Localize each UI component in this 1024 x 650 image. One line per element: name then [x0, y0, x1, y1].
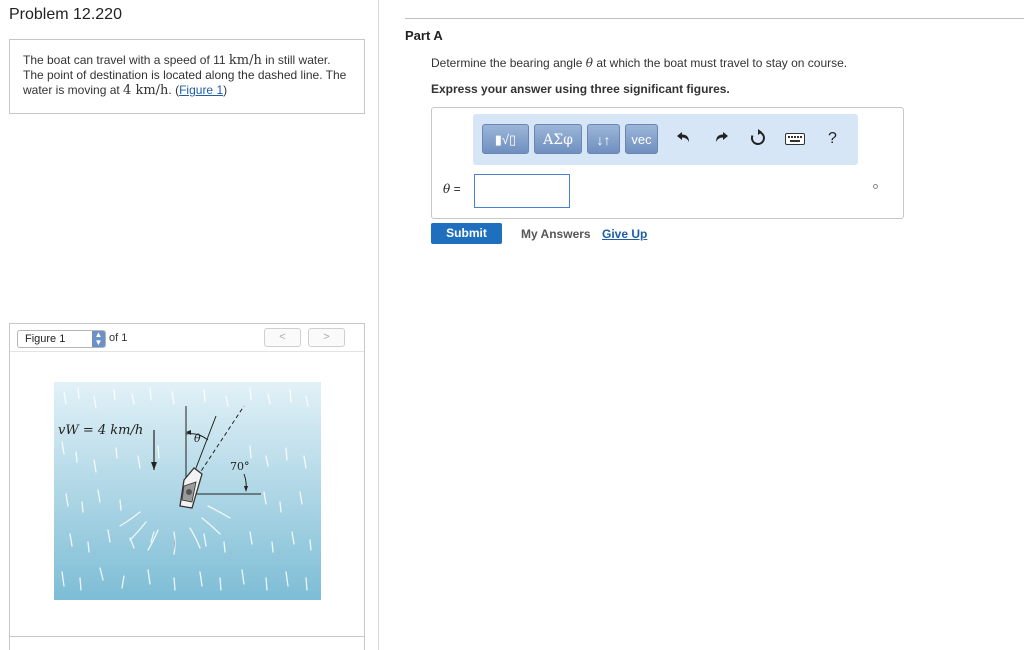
next-figure-button[interactable]: > — [308, 328, 345, 347]
problem-text: The boat can travel with a speed of 11 — [23, 53, 229, 67]
part-title: Part A — [405, 28, 443, 43]
answer-input[interactable] — [474, 174, 570, 208]
instructions: Express your answer using three signific… — [431, 82, 730, 96]
figure-select-label: Figure 1 — [25, 333, 66, 345]
angle-label: 70° — [230, 460, 250, 473]
question-text-1: Determine the bearing angle — [431, 56, 586, 70]
problem-text: ) — [223, 83, 228, 97]
figure-image: vW = 4 km/h θ 70° — [54, 382, 321, 600]
help-icon[interactable]: ? — [828, 129, 837, 149]
figure-count: of 1 — [109, 332, 128, 344]
problem-text: . ( — [168, 83, 180, 97]
problem-column: Problem 12.220 The boat can travel with … — [0, 0, 379, 650]
greek-symbols-button[interactable]: ΑΣφ — [534, 124, 582, 154]
previous-figure-button[interactable]: < — [264, 328, 301, 347]
give-up-link[interactable]: Give Up — [602, 227, 647, 241]
templates-button[interactable]: ▮√▯ — [482, 124, 529, 154]
speed-unit: km/h — [228, 53, 262, 68]
figure-panel: Figure 1 ▲ ▼ of 1 < > vW = 4 km/h θ 70° — [9, 323, 365, 650]
status-icon — [873, 184, 878, 189]
water-speed: 4 km/h — [123, 83, 169, 98]
answer-box: ▮√▯ ΑΣφ ↓↑ vec ? θ = — [431, 107, 904, 219]
redo-icon[interactable] — [713, 129, 729, 151]
question-text-2: at which the boat must travel to stay on… — [593, 56, 848, 70]
water-velocity-label: vW = 4 km/h — [58, 423, 143, 438]
divider — [405, 18, 1024, 19]
select-stepper-icon: ▲ ▼ — [92, 331, 105, 347]
figure-select[interactable]: Figure 1 ▲ ▼ — [17, 330, 106, 348]
submit-button[interactable]: Submit — [431, 223, 502, 244]
question-text: Determine the bearing angle θ at which t… — [431, 56, 847, 70]
theta-symbol: θ — [585, 56, 593, 70]
answer-equals: = — [450, 182, 461, 196]
my-answers-link[interactable]: My Answers — [521, 227, 591, 241]
figure-toolbar: Figure 1 ▲ ▼ of 1 < > — [10, 324, 364, 352]
problem-statement: The boat can travel with a speed of 11 k… — [9, 39, 365, 114]
vector-button[interactable]: vec — [625, 124, 658, 154]
reset-icon[interactable] — [749, 129, 767, 153]
figure-link[interactable]: Figure 1 — [179, 83, 223, 97]
templates-icon: ▮√▯ — [494, 132, 517, 147]
answer-column: Part A Determine the bearing angle θ at … — [380, 0, 1024, 650]
figure-divider — [10, 636, 364, 637]
math-toolbar: ▮√▯ ΑΣφ ↓↑ vec ? — [473, 114, 858, 165]
keyboard-icon[interactable] — [785, 131, 805, 151]
theta-label: θ — [194, 432, 201, 445]
answer-label: θ = — [443, 182, 461, 196]
problem-title: Problem 12.220 — [9, 6, 122, 23]
undo-icon[interactable] — [676, 129, 692, 151]
arrows-button[interactable]: ↓↑ — [587, 124, 620, 154]
